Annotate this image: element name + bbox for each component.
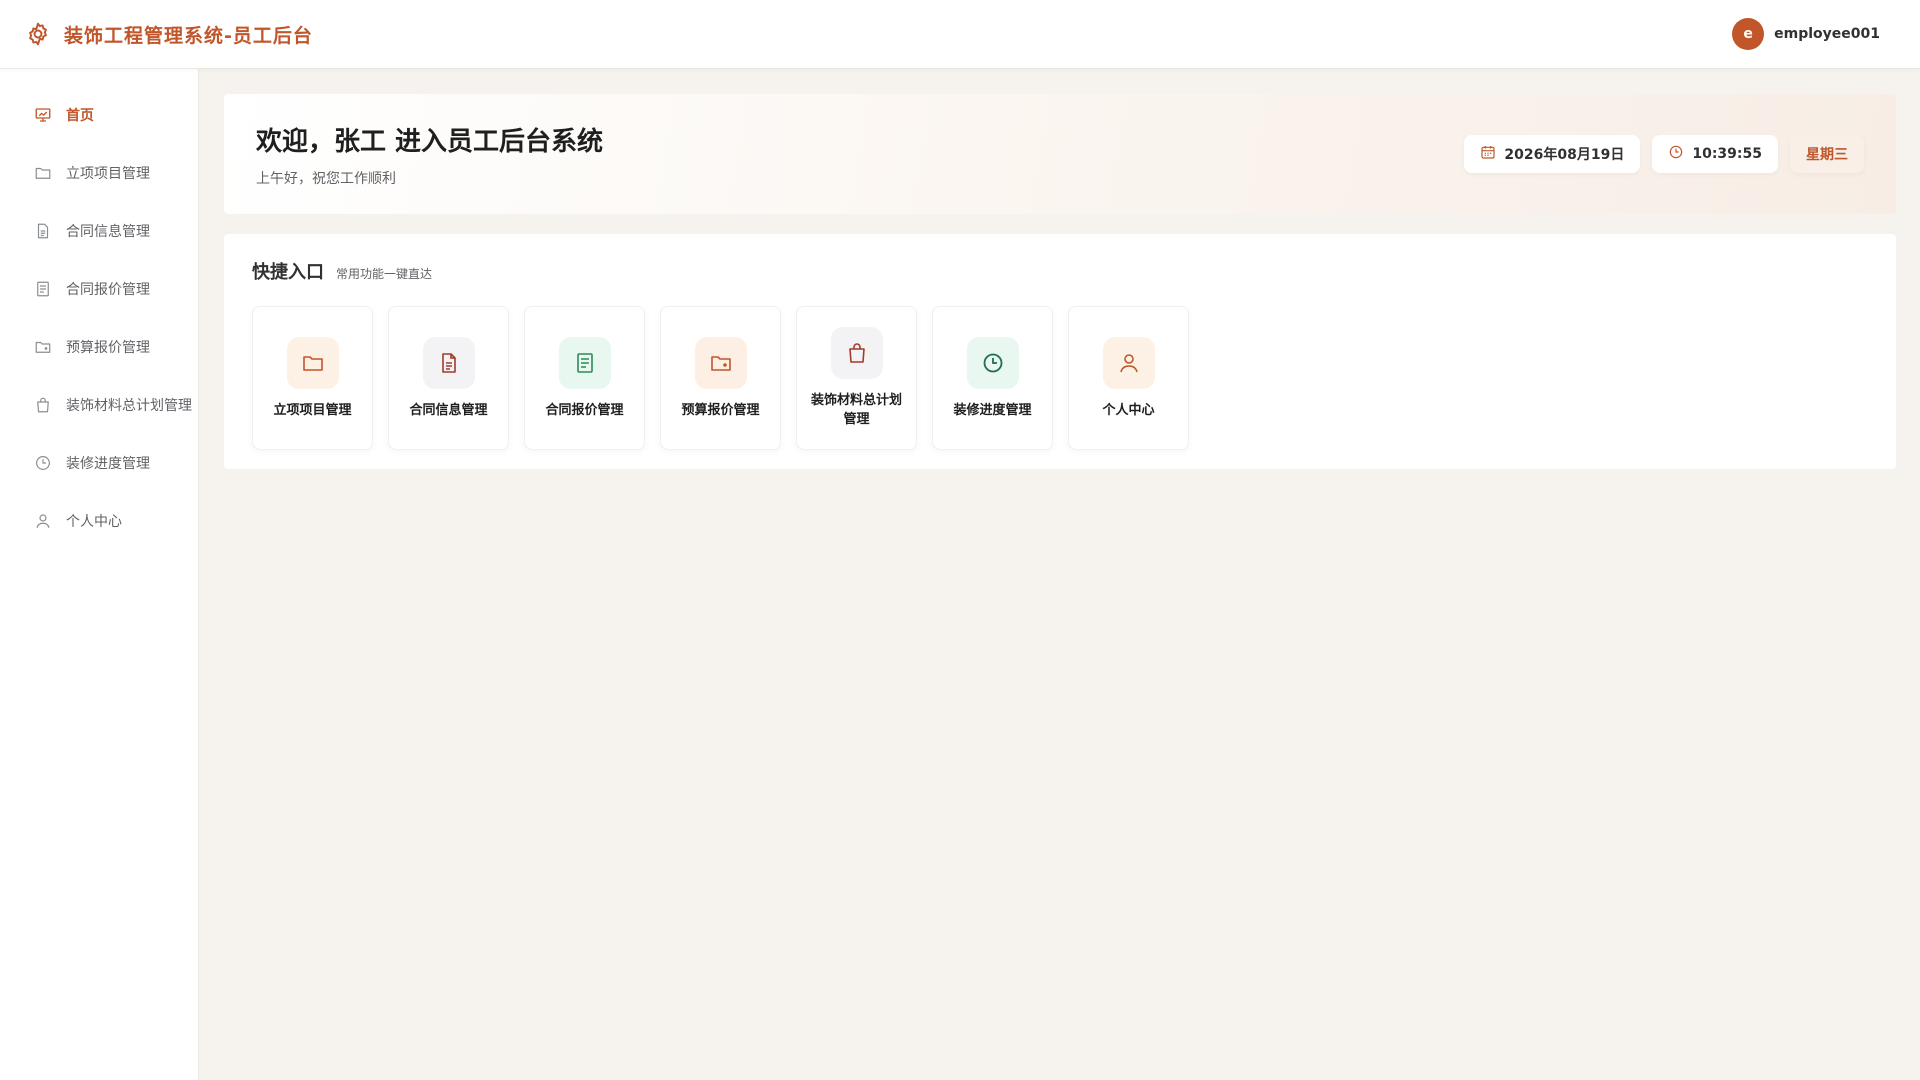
- quick-card-profile[interactable]: 个人中心: [1068, 306, 1189, 450]
- quick-card-progress[interactable]: 装修进度管理: [932, 306, 1053, 450]
- quick-card-label: 装修进度管理: [953, 402, 1032, 418]
- quick-card-materials[interactable]: 装饰材料总计划管理: [796, 306, 917, 450]
- welcome-subtitle: 上午好，祝您工作顺利: [256, 170, 396, 187]
- sidebar-item-label: 个人中心: [66, 514, 122, 530]
- brand: 装饰工程管理系统-员工后台: [24, 20, 313, 48]
- user-icon: [1102, 336, 1155, 389]
- gear-icon: [24, 20, 52, 48]
- sidebar-item-profile[interactable]: 个人中心: [0, 492, 198, 550]
- quick-card-label: 合同信息管理: [409, 402, 488, 418]
- weekday-chip: 星期三: [1790, 135, 1864, 173]
- quick-card-contracts[interactable]: 合同信息管理: [388, 306, 509, 450]
- presentation-icon: [34, 106, 52, 124]
- username[interactable]: employee001: [1774, 26, 1880, 42]
- calendar-icon: [1480, 144, 1496, 164]
- clock-icon: [966, 336, 1019, 389]
- document-icon: [422, 336, 475, 389]
- welcome-banner: 欢迎，张工 进入员工后台系统 上午好，祝您工作顺利 2026年08月19日 10…: [224, 94, 1896, 214]
- quick-card-label: 合同报价管理: [545, 402, 624, 418]
- sidebar-item-contracts[interactable]: 合同信息管理: [0, 202, 198, 260]
- list-document-icon: [558, 336, 611, 389]
- sidebar-item-projects[interactable]: 立项项目管理: [0, 144, 198, 202]
- quick-card-budget[interactable]: 预算报价管理: [660, 306, 781, 450]
- sidebar: 首页 立项项目管理 合同信息管理 合同报价管理 预算报价管理 装饰材料总计划管理: [0, 69, 199, 1080]
- user-icon: [34, 512, 52, 530]
- current-weekday: 星期三: [1806, 147, 1848, 163]
- sidebar-item-label: 首页: [66, 108, 94, 124]
- shopping-bag-icon: [34, 396, 52, 414]
- current-date: 2026年08月19日: [1504, 147, 1625, 163]
- sidebar-item-contract-quotes[interactable]: 合同报价管理: [0, 260, 198, 318]
- quick-card-label: 个人中心: [1102, 402, 1155, 418]
- quick-card-contract-quotes[interactable]: 合同报价管理: [524, 306, 645, 450]
- sidebar-item-label: 装修进度管理: [66, 456, 150, 472]
- wallet-folder-icon: [34, 338, 52, 356]
- time-chip: 10:39:55: [1652, 135, 1778, 173]
- sidebar-item-label: 预算报价管理: [66, 340, 150, 356]
- quick-access-title: 快捷入口: [252, 262, 324, 283]
- quick-access-subtitle: 常用功能一键直达: [336, 267, 433, 281]
- sidebar-item-progress[interactable]: 装修进度管理: [0, 434, 198, 492]
- shopping-bag-icon: [830, 327, 883, 379]
- date-chip: 2026年08月19日: [1464, 135, 1641, 173]
- quick-card-label: 预算报价管理: [681, 402, 760, 418]
- current-time: 10:39:55: [1692, 146, 1762, 162]
- wallet-folder-icon: [694, 336, 747, 389]
- quick-card-label: 立项项目管理: [273, 402, 352, 418]
- quick-card-label: 装饰材料总计划管理: [810, 393, 902, 427]
- quick-card-projects[interactable]: 立项项目管理: [252, 306, 373, 450]
- main-content: 欢迎，张工 进入员工后台系统 上午好，祝您工作顺利 2026年08月19日 10…: [224, 94, 1896, 469]
- user-menu[interactable]: e employee001: [1732, 18, 1896, 50]
- app-title: 装饰工程管理系统-员工后台: [64, 24, 313, 47]
- quick-access-panel: 快捷入口 常用功能一键直达 立项项目管理 合同信息管理 合同报价管理 预算报价管…: [224, 234, 1896, 469]
- sidebar-item-budget[interactable]: 预算报价管理: [0, 318, 198, 376]
- list-document-icon: [34, 280, 52, 298]
- sidebar-item-label: 立项项目管理: [66, 166, 150, 182]
- sidebar-item-label: 装饰材料总计划管理: [66, 398, 192, 414]
- avatar[interactable]: e: [1732, 18, 1765, 50]
- clock-icon: [1668, 144, 1684, 164]
- sidebar-item-home[interactable]: 首页: [0, 86, 198, 144]
- document-icon: [34, 222, 52, 240]
- sidebar-item-materials[interactable]: 装饰材料总计划管理: [0, 376, 198, 434]
- welcome-title: 欢迎，张工 进入员工后台系统: [256, 126, 604, 157]
- clock-icon: [34, 454, 52, 472]
- sidebar-item-label: 合同信息管理: [66, 224, 150, 240]
- top-header: 装饰工程管理系统-员工后台 e employee001: [0, 0, 1920, 69]
- folder-icon: [34, 164, 52, 182]
- folder-icon: [286, 336, 339, 389]
- sidebar-item-label: 合同报价管理: [66, 282, 150, 298]
